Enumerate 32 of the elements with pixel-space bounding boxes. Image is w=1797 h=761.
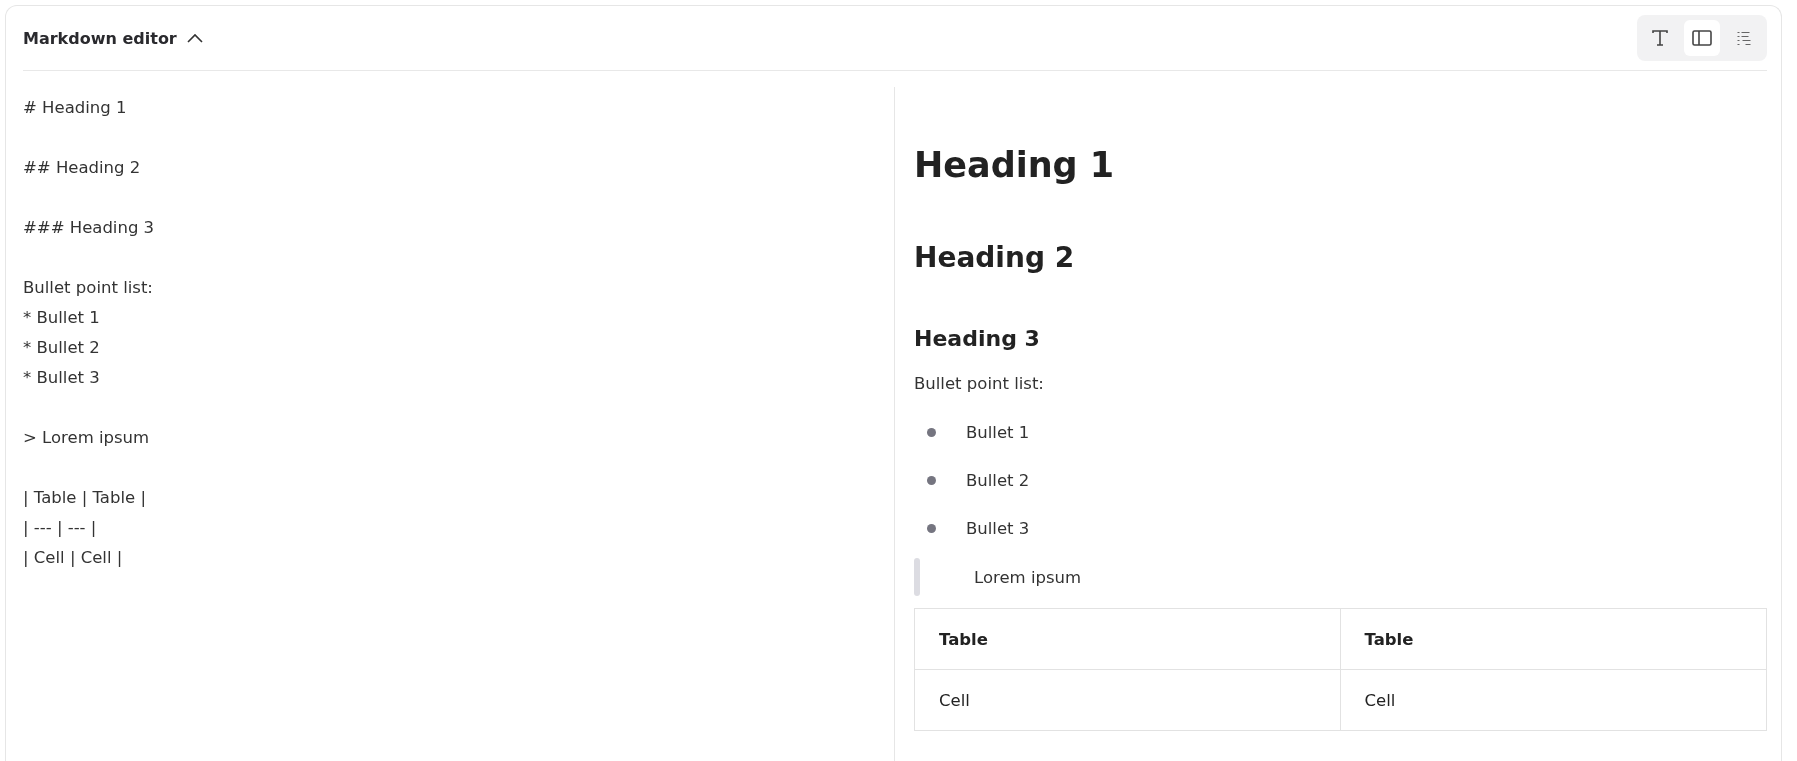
source-line: # Heading 1 bbox=[23, 97, 128, 119]
source-line: * Bullet 2 bbox=[23, 337, 101, 359]
heading-two: Heading 2 bbox=[914, 240, 1076, 276]
table-header: Table bbox=[1340, 609, 1766, 670]
table-header: Table bbox=[915, 609, 1341, 670]
source-line: > Lorem ipsum bbox=[23, 427, 151, 449]
source-line: | Table | Table | bbox=[23, 487, 147, 509]
bullet-dot bbox=[927, 523, 936, 533]
quote-bar bbox=[914, 558, 920, 596]
sidebar-layout-icon bbox=[1692, 29, 1712, 47]
text-icon bbox=[1651, 29, 1669, 47]
source-line: | --- | --- | bbox=[23, 517, 98, 539]
blockquote-text: Lorem ipsum bbox=[974, 567, 1082, 587]
source-line: * Bullet 3 bbox=[23, 367, 101, 389]
code-lines-icon bbox=[1737, 31, 1751, 45]
paragraph: Bullet point list: bbox=[914, 373, 1045, 395]
source-line: ### Heading 3 bbox=[23, 217, 156, 239]
heading-three: Heading 3 bbox=[914, 325, 1041, 353]
list-item: Bullet 3 bbox=[966, 518, 1030, 538]
table-cell: Cell bbox=[915, 670, 1341, 730]
list-item: Bullet 2 bbox=[966, 470, 1030, 490]
bullet-dot bbox=[927, 427, 936, 437]
markdown-source-pane[interactable]: # Heading 1 ## Heading 2 ### Heading 3 Bullet point list: * Bullet 1 * Bullet 2 * Bullet 3 > Lorem ipsum | Table | Table | | --- | --- | | Cell | Cell | bbox=[23, 87, 895, 761]
bullet-dot bbox=[927, 475, 936, 485]
view-mode-button[interactable] bbox=[1684, 20, 1720, 56]
source-line: ## Heading 2 bbox=[23, 157, 142, 179]
heading-one: Heading 1 bbox=[914, 144, 1116, 187]
source-line: Bullet point list: bbox=[23, 277, 154, 299]
source-line: * Bullet 1 bbox=[23, 307, 101, 329]
table-cell-text: Cell bbox=[1363, 689, 1397, 712]
list-item: Bullet 1 bbox=[966, 422, 1030, 442]
source-line: | Cell | Cell | bbox=[23, 547, 124, 569]
